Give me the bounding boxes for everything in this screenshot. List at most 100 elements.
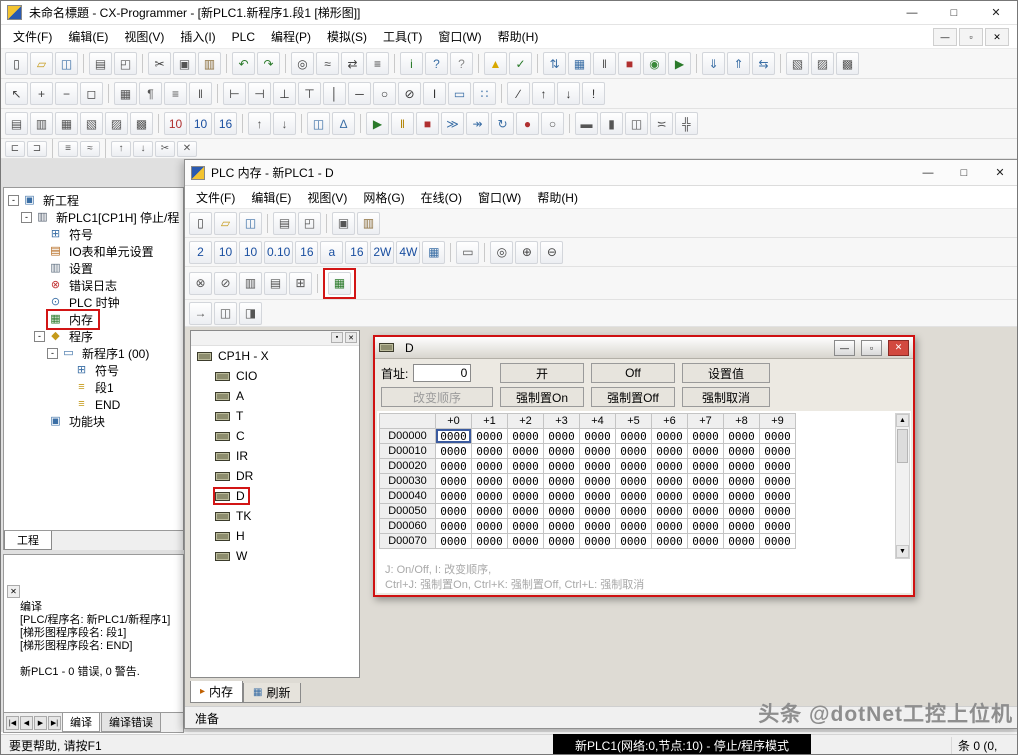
memory-cell[interactable]: 0000 (471, 488, 508, 504)
program-mode-button[interactable]: ■ (618, 52, 641, 75)
print-preview-button[interactable]: ◰ (298, 211, 321, 235)
monitor-decimal-button[interactable]: 10 (164, 112, 187, 135)
memory-cell[interactable]: 0000 (723, 473, 760, 489)
memory-cell[interactable]: 0000 (651, 473, 688, 489)
zoom-in-button[interactable]: ⊕ (515, 240, 539, 264)
memory-cell[interactable]: 0000 (759, 503, 796, 519)
memory-cell[interactable]: 0000 (435, 458, 472, 474)
d-restore-button[interactable]: ▫ (861, 339, 882, 356)
memory-cell[interactable]: 0000 (651, 533, 688, 549)
differential-up-button[interactable]: ↑ (532, 82, 555, 105)
search-all-button[interactable]: ≡ (366, 52, 389, 75)
coil-button[interactable]: ○ (373, 82, 396, 105)
clear-breakpoint-button[interactable]: ○ (541, 112, 564, 135)
arrange-icons-button[interactable]: ≍ (650, 112, 673, 135)
force-off-button[interactable]: ⊘ (214, 271, 237, 295)
menu-item-5[interactable]: PLC (224, 27, 263, 47)
memory-cell[interactable]: 0000 (543, 443, 580, 459)
show-wires-button[interactable]: ‖ (189, 82, 212, 105)
toggle-project-tree-button[interactable]: ▤ (5, 112, 28, 135)
vertical-scrollbar[interactable]: ▲ ▼ (895, 413, 910, 559)
force-on-button[interactable]: ⊗ (189, 271, 212, 295)
open-button[interactable]: ▱ (214, 211, 237, 235)
new-view-button[interactable]: ▯ (189, 211, 212, 235)
format-word-button[interactable]: 16 (345, 240, 369, 264)
memory-tree-root[interactable]: CP1H - X (191, 346, 359, 366)
menu-item-1[interactable]: 文件(F) (5, 25, 60, 48)
close-button[interactable]: ✕ (975, 1, 1017, 24)
zoom-fit-button[interactable]: ◻ (80, 82, 103, 105)
wrap-button[interactable]: ≈ (80, 140, 100, 157)
output-nav-icon-4[interactable]: ▶| (48, 715, 61, 730)
output-nav-icon-2[interactable]: ◀ (20, 715, 33, 730)
output-tab-2[interactable]: 编译错误 (101, 713, 161, 732)
force-set-off-button[interactable]: 强制置Off (591, 387, 675, 407)
memory-cell[interactable]: 0000 (435, 488, 472, 504)
format-grid-button[interactable]: ▦ (422, 240, 446, 264)
mdi-minimize-button[interactable]: — (933, 28, 957, 46)
vertical-line-button[interactable]: │ (323, 82, 346, 105)
or-contact-nc-button[interactable]: ⊤ (298, 82, 321, 105)
pin-icon[interactable]: ▪ (331, 332, 343, 343)
horizontal-line-button[interactable]: ─ (348, 82, 371, 105)
close-toolbar-button[interactable]: ✕ (177, 140, 197, 157)
memory-cell[interactable]: 0000 (687, 488, 724, 504)
memory-cell[interactable]: 0000 (723, 458, 760, 474)
new-file-button[interactable]: ▯ (5, 52, 28, 75)
memory-cell[interactable]: 0000 (687, 473, 724, 489)
mdi-close-button[interactable]: ✕ (985, 28, 1009, 46)
pause-monitor-button[interactable]: ‖ (391, 112, 414, 135)
memory-cell[interactable]: 0000 (435, 533, 472, 549)
toggle-output-button[interactable]: ▥ (30, 112, 53, 135)
expander-icon[interactable]: - (8, 195, 19, 206)
upload-button[interactable]: ⇑ (727, 52, 750, 75)
print-button[interactable]: ▤ (273, 211, 296, 235)
differential-monitor-button[interactable]: ∆ (332, 112, 355, 135)
instruction-button[interactable]: I (423, 82, 446, 105)
stack-down-button[interactable]: ↓ (273, 112, 296, 135)
transfer-to-plc-button[interactable]: ⊞ (289, 271, 312, 295)
output-tab-1[interactable]: 编译 (62, 713, 100, 732)
stack-up-button[interactable]: ↑ (248, 112, 271, 135)
tree-item-mem-area-cio[interactable]: CIO (191, 366, 359, 386)
interlock-clear-button[interactable]: ⊐ (27, 140, 47, 157)
memory-cell[interactable]: 0000 (579, 458, 616, 474)
function-block-button[interactable]: ▭ (448, 82, 471, 105)
menu-item-8[interactable]: 工具(T) (375, 25, 430, 48)
memory-cell[interactable]: 0000 (435, 503, 472, 519)
set-value-button[interactable]: ▤ (264, 271, 287, 295)
context-help-button[interactable]: ? (450, 52, 473, 75)
memory-cell[interactable]: 0000 (507, 503, 544, 519)
set-breakpoint-button[interactable]: ● (516, 112, 539, 135)
memory-cell[interactable]: 0000 (471, 443, 508, 459)
rung-list-button[interactable]: ≡ (58, 140, 78, 157)
tile-windows-button[interactable]: ▨ (811, 52, 834, 75)
monitor-mode-button[interactable]: ◉ (643, 52, 666, 75)
memory-cell[interactable]: 0000 (615, 458, 652, 474)
memory-cell[interactable]: 0000 (543, 428, 580, 444)
memory-minimize-button[interactable]: — (910, 160, 946, 185)
invert-button[interactable]: ∕ (507, 82, 530, 105)
memory-cell[interactable]: 0000 (651, 428, 688, 444)
expander-icon[interactable]: - (47, 348, 58, 359)
mdi-restore-button[interactable]: ▫ (959, 28, 983, 46)
memory-cell[interactable]: 0000 (651, 443, 688, 459)
tree-item-io-table[interactable]: ▤ IO表和单元设置 (4, 243, 183, 260)
show-rung-numbers-button[interactable]: ≡ (164, 82, 187, 105)
off-button[interactable]: Off (591, 363, 675, 383)
toggle-watch-button[interactable]: ▦ (55, 112, 78, 135)
memory-cell[interactable]: 0000 (723, 428, 760, 444)
expander-icon[interactable]: - (21, 212, 32, 223)
tree-item-mem-area-t[interactable]: T (191, 406, 359, 426)
cut-rung-button[interactable]: ✂ (155, 140, 175, 157)
compare-button[interactable]: ⇆ (752, 52, 775, 75)
memory-cell[interactable]: 0000 (435, 443, 472, 459)
tree-item-symbols[interactable]: ⊞ 符号 (4, 226, 183, 243)
memory-maximize-button[interactable]: □ (946, 160, 982, 185)
force-set-on-button[interactable]: 强制置On (500, 387, 584, 407)
memory-cell[interactable]: 0000 (759, 473, 796, 489)
memory-cell[interactable]: 0000 (543, 473, 580, 489)
zoom-out-button[interactable]: ⊖ (540, 240, 564, 264)
memory-cell[interactable]: 0000 (507, 473, 544, 489)
run-button[interactable]: ▶ (366, 112, 389, 135)
